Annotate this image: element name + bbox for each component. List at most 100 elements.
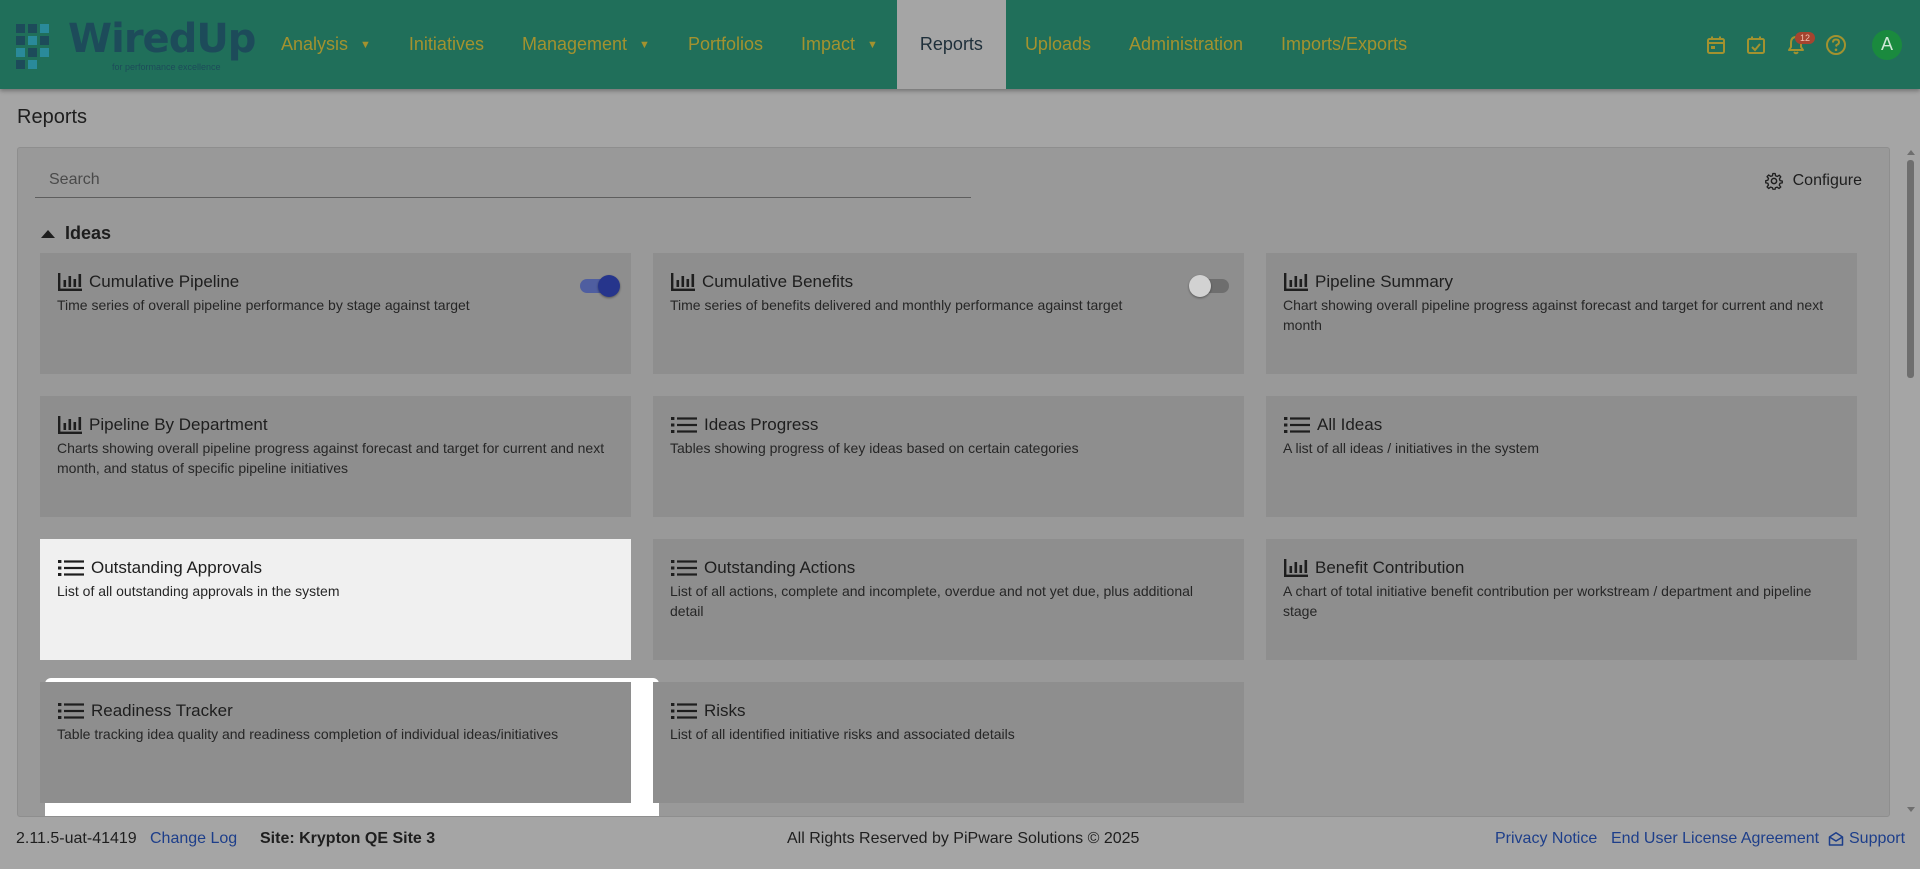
search-input[interactable]	[35, 162, 971, 197]
reports-panel: Configure Ideas Cumulative Pipeline Time …	[17, 147, 1890, 817]
list-icon	[1283, 415, 1311, 435]
card-title: Readiness Tracker	[57, 698, 614, 724]
nav-imports-exports[interactable]: Imports/Exports	[1262, 0, 1426, 89]
toggle-knob	[1189, 275, 1211, 297]
card-description: A list of all ideas / initiatives in the…	[1283, 440, 1539, 456]
nav-label: Analysis	[281, 34, 349, 54]
list-icon	[670, 701, 698, 721]
nav-administration[interactable]: Administration	[1110, 0, 1262, 89]
bar-chart-icon	[57, 272, 83, 292]
card-title-text: Ideas Progress	[704, 415, 819, 434]
card-title-text: Outstanding Approvals	[91, 558, 263, 577]
footer: 2.11.5-uat-41419 Change Log Site: Krypto…	[0, 818, 1920, 869]
caret-down-icon: ▼	[639, 38, 650, 51]
report-card-outstanding-actions[interactable]: Outstanding Actions List of all actions, …	[653, 539, 1244, 660]
calendar-icon[interactable]	[1696, 25, 1736, 65]
nav-label: Uploads	[1024, 34, 1091, 54]
eula-link[interactable]: End User License Agreement	[1611, 830, 1819, 848]
list-icon	[670, 558, 698, 578]
report-card-ideas-progress[interactable]: Ideas Progress Tables showing progress of…	[653, 396, 1244, 517]
top-navigation-bar: WiredUp for performance excellence Analy…	[0, 0, 1920, 89]
scrollbar-thumb[interactable]	[1907, 160, 1914, 378]
card-title-text: Cumulative Pipeline	[89, 272, 240, 291]
nav-initiatives[interactable]: Initiatives	[390, 0, 503, 89]
bar-chart-icon	[1283, 272, 1309, 292]
user-avatar[interactable]: A	[1872, 29, 1902, 60]
copyright-text: All Rights Reserved by PiPware Solutions…	[787, 830, 1140, 847]
list-icon	[57, 558, 85, 578]
configure-label: Configure	[1792, 172, 1862, 189]
section-toggle-ideas[interactable]: Ideas	[41, 223, 111, 244]
favorite-toggle[interactable]	[578, 273, 620, 297]
logo-tagline: for performance excellence	[112, 62, 221, 72]
report-card-benefit-contribution[interactable]: Benefit Contribution A chart of total ini…	[1266, 539, 1857, 660]
envelope-icon	[1828, 831, 1844, 847]
collapse-triangle-icon	[41, 229, 55, 238]
scroll-up-arrow-icon[interactable]	[1907, 150, 1915, 155]
support-link[interactable]: Support	[1828, 830, 1905, 848]
nav-label: Portfolios	[687, 34, 763, 54]
nav-portfolios[interactable]: Portfolios	[669, 0, 782, 89]
card-description: Table tracking idea quality and readines…	[57, 726, 559, 742]
report-card-readiness-tracker[interactable]: Readiness Tracker Table tracking idea qua…	[40, 682, 631, 803]
report-card-cumulative-pipeline[interactable]: Cumulative Pipeline Time series of overal…	[40, 253, 631, 374]
calendar-check-icon[interactable]	[1736, 25, 1776, 65]
card-description: List of all actions, complete and incomp…	[670, 583, 1193, 619]
favorite-toggle[interactable]	[1189, 273, 1231, 297]
list-icon	[670, 415, 698, 435]
logo-text: WiredUp	[68, 16, 256, 62]
card-title-text: Pipeline Summary	[1315, 272, 1453, 291]
caret-down-icon: ▼	[867, 38, 878, 51]
report-card-outstanding-approvals[interactable]: Outstanding Approvals List of all outstan…	[40, 539, 631, 660]
card-description: Time series of overall pipeline performa…	[57, 297, 470, 313]
card-title: Benefit Contribution	[1283, 555, 1840, 581]
nav-reports[interactable]: Reports	[896, 0, 1006, 89]
nav-uploads[interactable]: Uploads	[1006, 0, 1110, 89]
card-title: Ideas Progress	[670, 412, 1227, 438]
report-card-pipeline-summary[interactable]: Pipeline Summary Chart showing overall pi…	[1266, 253, 1857, 374]
gear-icon	[1764, 172, 1783, 190]
report-card-risks[interactable]: Risks List of all identified initiative r…	[653, 682, 1244, 803]
card-title-text: Cumulative Benefits	[702, 272, 854, 291]
header-actions: 12 A	[1696, 0, 1920, 89]
nav-label: Imports/Exports	[1281, 34, 1408, 54]
card-title-text: Readiness Tracker	[91, 701, 233, 720]
card-description: Tables showing progress of key ideas bas…	[670, 440, 1079, 456]
bar-chart-icon	[670, 272, 696, 292]
nav-analysis[interactable]: Analysis ▼	[262, 0, 390, 89]
help-icon[interactable]	[1816, 25, 1856, 65]
wiredup-logo[interactable]: WiredUp for performance excellence	[12, 14, 256, 74]
logo-mark-icon	[16, 24, 49, 69]
card-title-text: Benefit Contribution	[1315, 558, 1465, 577]
bell-icon[interactable]: 12	[1776, 25, 1816, 65]
nav-management[interactable]: Management ▼	[503, 0, 669, 89]
nav-impact[interactable]: Impact ▼	[782, 0, 897, 89]
card-title: All Ideas	[1283, 412, 1840, 438]
nav-label: Management	[521, 34, 628, 54]
support-label: Support	[1849, 830, 1906, 847]
card-title-text: Outstanding Actions	[704, 558, 856, 577]
report-card-all-ideas[interactable]: All Ideas A list of all ideas / initiativ…	[1266, 396, 1857, 517]
card-title-text: All Ideas	[1317, 415, 1383, 434]
card-title: Outstanding Approvals	[57, 555, 614, 581]
scroll-down-arrow-icon[interactable]	[1907, 807, 1915, 812]
report-card-cumulative-benefits[interactable]: Cumulative Benefits Time series of benefi…	[653, 253, 1244, 374]
page-title: Reports	[17, 106, 88, 128]
card-title: Outstanding Actions	[670, 555, 1227, 581]
version-label: 2.11.5-uat-41419	[16, 830, 137, 847]
panel-scrollbar[interactable]	[1906, 148, 1915, 814]
card-description: List of all identified initiative risks …	[670, 726, 1015, 742]
change-log-link[interactable]: Change Log	[150, 830, 237, 848]
card-description: Charts showing overall pipeline progress…	[57, 440, 605, 476]
bar-chart-icon	[1283, 558, 1309, 578]
nav-label: Reports	[919, 34, 983, 54]
report-card-pipeline-by-department[interactable]: Pipeline By Department Charts showing ove…	[40, 396, 631, 517]
configure-button[interactable]: Configure	[1764, 172, 1862, 190]
search-field	[35, 162, 971, 198]
site-label: Site: Krypton QE Site 3	[260, 830, 436, 847]
privacy-notice-link[interactable]: Privacy Notice	[1495, 830, 1597, 848]
card-title: Pipeline By Department	[57, 412, 614, 438]
section-title: Ideas	[65, 223, 112, 243]
nav-label: Impact	[800, 34, 856, 54]
card-description: List of all outstanding approvals in the…	[57, 583, 340, 599]
